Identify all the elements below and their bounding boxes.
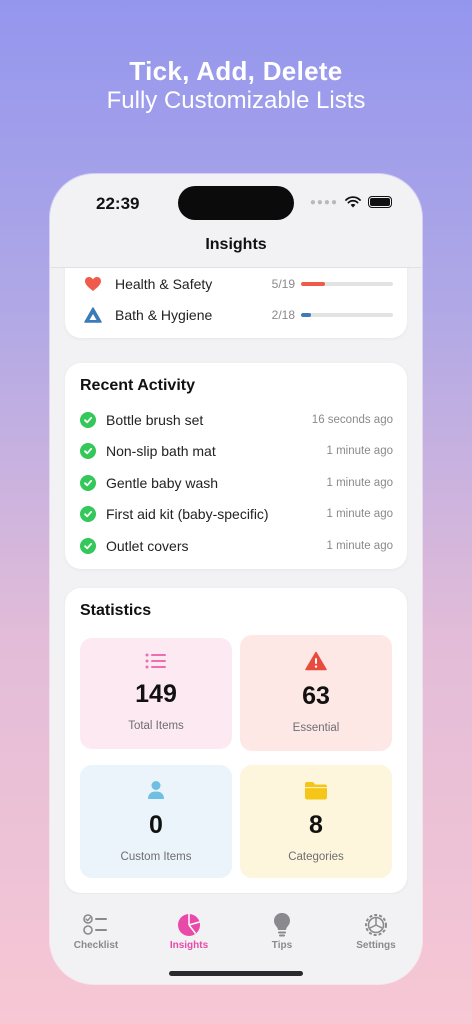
tab-settings[interactable]: Settings [336,912,416,951]
stat-value: 63 [302,682,330,710]
category-progress-card: Health & Safety 5/19 Bath & Hygiene 2/18 [65,268,407,338]
category-row-bath-hygiene[interactable]: Bath & Hygiene 2/18 [83,303,393,327]
stat-label: Total Items [128,720,184,732]
checkmark-circle-icon [80,443,96,459]
phone-frame: 22:39 ●●●● Insights Health & Safety 5/19 [50,174,422,984]
tab-bar: Checklist Insights Tips Settings [50,894,422,984]
checkmark-circle-icon [80,475,96,491]
checklist-icon [56,912,136,938]
tab-label: Insights [169,940,209,951]
pie-chart-icon [149,912,229,938]
activity-item-name: First aid kit (baby-specific) [106,506,269,522]
stat-label: Essential [292,722,340,734]
activity-row[interactable]: Non-slip bath mat 1 minute ago [80,440,393,462]
stat-tile-custom-items[interactable]: 0 Custom Items [80,765,232,878]
activity-item-time: 1 minute ago [326,477,394,489]
headline-line-1: Tick, Add, Delete [129,56,343,86]
person-icon [80,780,232,800]
wifi-icon [345,196,361,208]
category-progress-bar [301,313,393,317]
activity-row[interactable]: First aid kit (baby-specific) 1 minute a… [80,503,393,525]
category-name: Health & Safety [115,276,213,292]
activity-item-time: 1 minute ago [326,508,394,520]
category-name: Bath & Hygiene [115,307,213,323]
recent-activity-title: Recent Activity [80,377,195,394]
activity-row[interactable]: Outlet covers 1 minute ago [80,535,393,557]
stat-value: 149 [135,680,177,708]
status-bar: 22:39 ●●●● [50,174,422,234]
checkmark-circle-icon [80,538,96,554]
statistics-title: Statistics [80,602,152,619]
activity-item-time: 16 seconds ago [311,414,393,426]
activity-item-name: Non-slip bath mat [106,443,216,459]
statistics-card: Statistics 149 Total Items 63 Essential … [65,588,407,893]
dynamic-island [178,186,294,220]
tab-label: Tips [271,940,293,951]
activity-row[interactable]: Gentle baby wash 1 minute ago [80,472,393,494]
category-row-health-safety[interactable]: Health & Safety 5/19 [83,272,393,296]
headline-line-2: Fully Customizable Lists [106,87,366,114]
home-indicator[interactable] [169,971,303,976]
stat-tile-essential[interactable]: 63 Essential [240,635,392,751]
activity-item-name: Bottle brush set [106,412,204,428]
stat-value: 8 [309,811,323,839]
tab-tips[interactable]: Tips [242,912,322,951]
tab-label: Settings [356,940,396,951]
category-count: 2/18 [271,308,295,322]
promo-headline: Tick, Add, Delete Fully Customizable Lis… [0,56,472,116]
activity-item-time: 1 minute ago [326,540,394,552]
activity-row[interactable]: Bottle brush set 16 seconds ago [80,409,393,431]
tab-insights[interactable]: Insights [149,912,229,951]
recent-activity-card: Recent Activity Bottle brush set 16 seco… [65,363,407,569]
status-icons: ●●●● [310,196,392,208]
folder-icon [240,781,392,800]
category-progress-fill [301,282,326,286]
signal-icon: ●●●● [309,196,338,208]
stat-tile-total-items[interactable]: 149 Total Items [80,638,232,749]
drop-icon [83,305,103,325]
tab-checklist[interactable]: Checklist [56,912,136,951]
warning-icon [240,651,392,671]
category-progress-fill [301,313,312,317]
heart-icon [83,274,103,294]
page-title: Insights [205,236,267,253]
battery-icon [368,196,392,208]
activity-item-name: Gentle baby wash [106,475,219,491]
tab-label: Checklist [73,940,119,951]
list-icon [80,652,232,670]
stat-label: Custom Items [120,851,192,863]
status-time: 22:39 [96,194,140,213]
stat-label: Categories [288,851,344,863]
stat-tile-categories[interactable]: 8 Categories [240,765,392,878]
checkmark-circle-icon [80,412,96,428]
checkmark-circle-icon [80,506,96,522]
gear-icon [336,912,416,938]
stat-value: 0 [149,811,163,839]
activity-item-time: 1 minute ago [326,445,394,457]
category-count: 5/19 [271,277,295,291]
insights-scroll-content[interactable]: Health & Safety 5/19 Bath & Hygiene 2/18… [50,268,422,894]
lightbulb-icon [242,912,322,938]
category-progress-bar [301,282,393,286]
activity-item-name: Outlet covers [106,538,189,554]
